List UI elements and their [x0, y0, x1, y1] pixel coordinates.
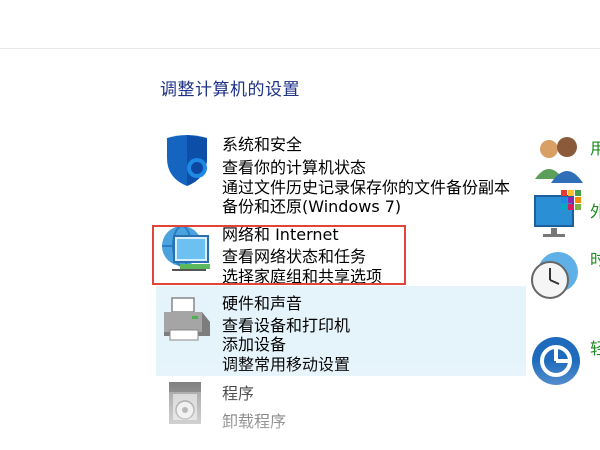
category-title-hardware-sound[interactable]: 硬件和声音 — [222, 290, 302, 314]
user-accounts-icon[interactable] — [533, 133, 585, 189]
page-title: 调整计算机的设置 — [160, 80, 300, 100]
clock-globe-icon[interactable] — [528, 250, 580, 306]
right-stub-2[interactable]: 外 — [590, 198, 600, 222]
right-stub-4[interactable]: 轻 — [590, 335, 600, 359]
category-title-programs[interactable]: 程序 — [222, 380, 254, 404]
link-mobility-settings[interactable]: 调整常用移动设置 — [222, 351, 350, 375]
address-bar[interactable] — [0, 24, 600, 49]
right-stub-1[interactable]: 用 — [590, 135, 600, 159]
title-bar — [0, 0, 600, 25]
link-uninstall-program[interactable]: 卸载程序 — [222, 408, 286, 432]
category-title-system-security[interactable]: 系统和安全 — [222, 131, 302, 155]
annotation-highlight-box — [152, 225, 406, 285]
right-stub-3[interactable]: 时 — [590, 246, 600, 270]
printer-icon[interactable] — [162, 296, 212, 350]
link-backup-restore[interactable]: 备份和还原(Windows 7) — [222, 193, 401, 217]
shield-icon[interactable] — [163, 132, 211, 192]
programs-icon[interactable] — [165, 380, 207, 432]
ease-of-access-icon[interactable] — [530, 335, 582, 391]
appearance-icon[interactable] — [533, 188, 585, 244]
